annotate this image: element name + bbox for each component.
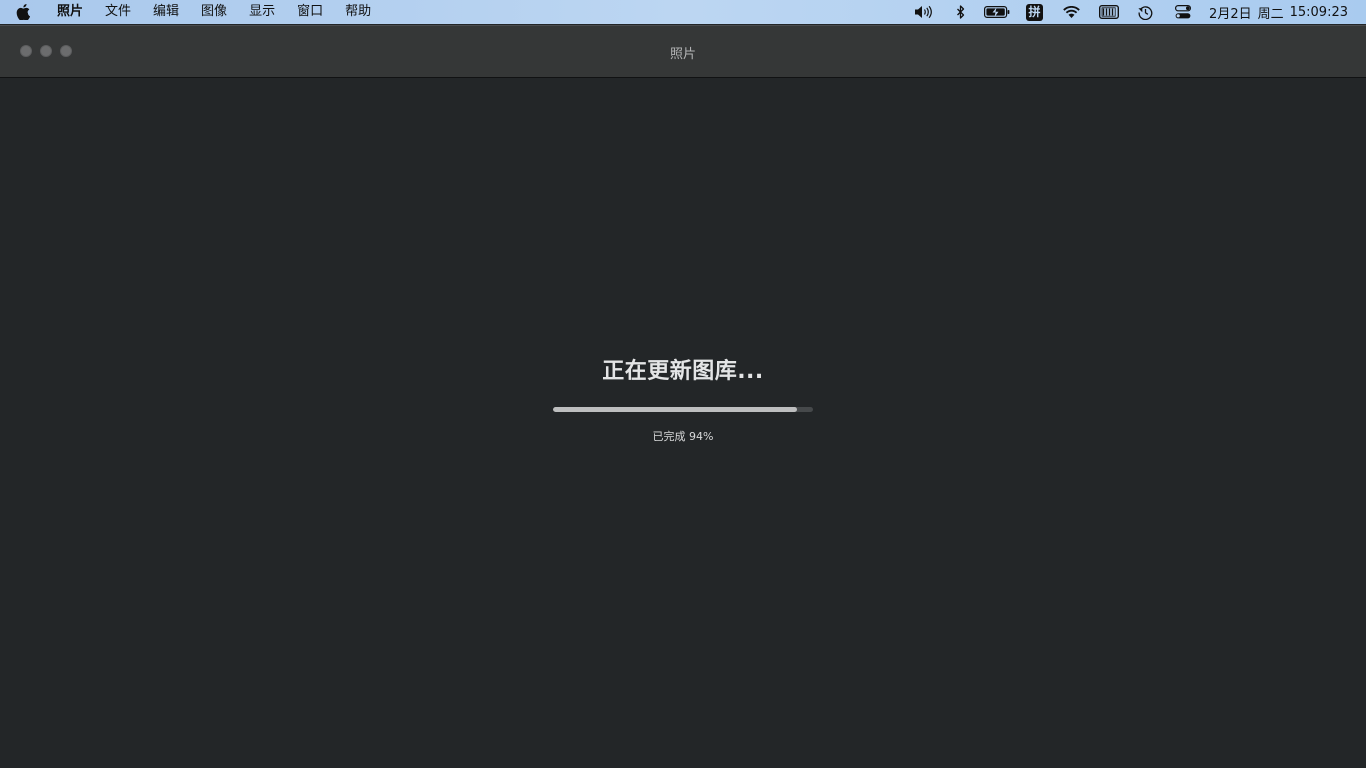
menu-view[interactable]: 显示 [238,0,286,24]
menu-bar-clock[interactable]: 2月2日 周二 15:09:23 [1209,0,1348,24]
window-title: 照片 [669,47,696,62]
input-method-icon[interactable]: 拼 [1016,0,1053,24]
library-update-panel: 正在更新图库... 已完成 94% [0,78,1366,768]
menu-bar: 照片 文件 编辑 图像 显示 窗口 帮助 拼 2月2日 周二 15:09:23 [0,0,1366,24]
clock-time: 15:09:23 [1289,4,1348,20]
apple-menu-icon[interactable] [0,0,46,24]
menu-help[interactable]: 帮助 [334,0,382,24]
clock-weekday: 周二 [1257,6,1284,22]
menu-window[interactable]: 窗口 [286,0,334,24]
menu-bar-right: 拼 2月2日 周二 15:09:23 [905,0,1366,24]
menu-image[interactable]: 图像 [190,0,238,24]
progress-bar [553,407,813,412]
keyboard-icon[interactable] [1090,0,1127,24]
clock-date: 2月2日 [1209,6,1252,22]
menu-edit[interactable]: 编辑 [142,0,190,24]
menu-file[interactable]: 文件 [94,0,142,24]
window-titlebar[interactable]: 照片 [0,26,1366,78]
menu-app-name[interactable]: 照片 [46,0,94,24]
progress-bar-fill [553,407,798,412]
menu-bar-left: 照片 文件 编辑 图像 显示 窗口 帮助 [0,0,382,24]
time-machine-icon[interactable] [1127,0,1164,24]
input-method-label: 拼 [1026,3,1044,21]
control-center-icon[interactable] [1164,0,1201,24]
battery-icon[interactable] [979,0,1016,24]
bluetooth-icon[interactable] [942,0,979,24]
volume-icon[interactable] [905,0,942,24]
update-heading: 正在更新图库... [602,359,764,384]
wifi-icon[interactable] [1053,0,1090,24]
progress-status: 已完成 94% [652,430,714,443]
photos-window: 照片 正在更新图库... 已完成 94% [0,25,1366,768]
